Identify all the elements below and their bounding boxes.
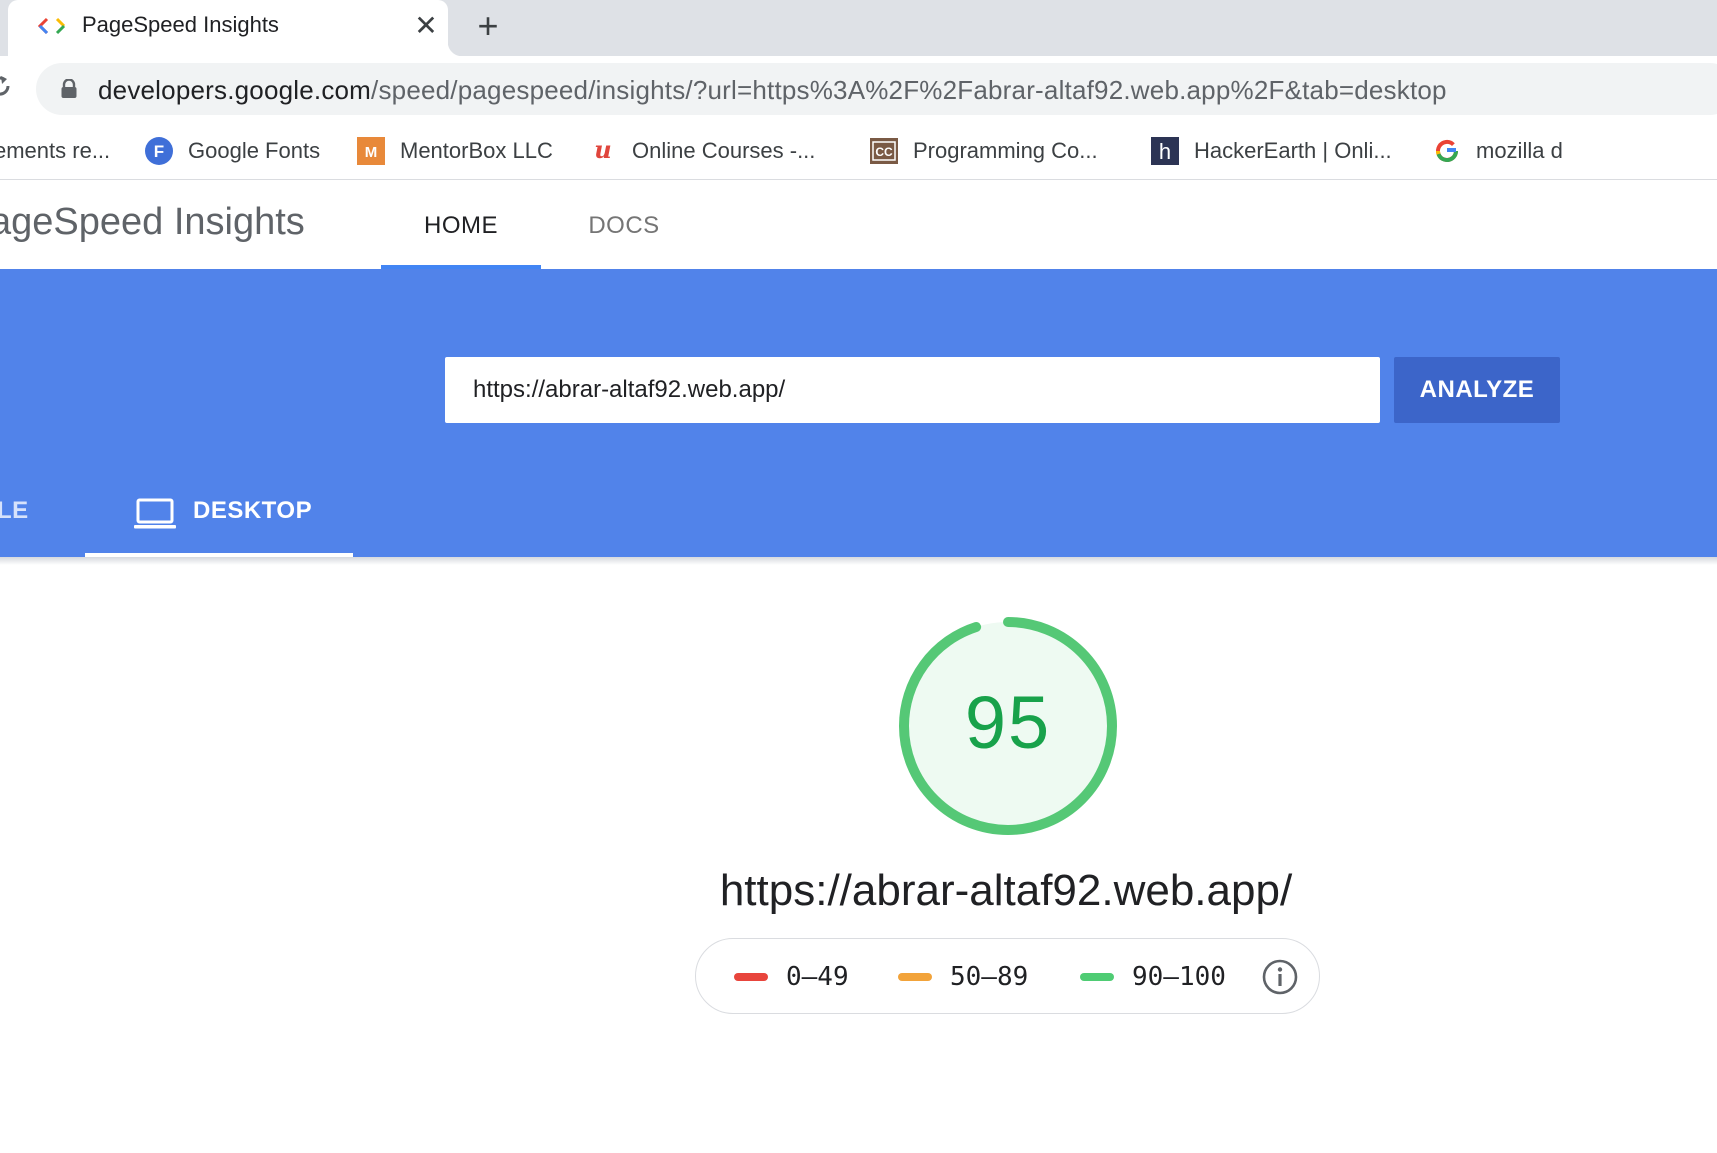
google-fonts-icon: F <box>144 136 174 166</box>
tab-mobile[interactable]: BILE <box>0 497 29 533</box>
legend-item-fail: 0–49 <box>734 961 849 993</box>
legend-item-pass: 90–100 <box>1080 961 1226 993</box>
bookmark-hackerearth[interactable]: h HackerEarth | Onli... <box>1150 134 1392 168</box>
bookmark-label: MentorBox LLC <box>400 138 553 163</box>
pagespeed-favicon-icon <box>38 17 66 35</box>
legend-bar-average <box>898 973 932 981</box>
address-url[interactable]: developers.google.com/speed/pagespeed/in… <box>98 75 1447 106</box>
analyze-button[interactable]: ANALYZE <box>1394 357 1560 423</box>
bookmark-mozilla[interactable]: mozilla d <box>1432 134 1563 168</box>
result-url: https://abrar-altaf92.web.app/ <box>719 866 1293 915</box>
score-legend: 0–49 50–89 90–100 <box>695 938 1320 1014</box>
cc-icon: CC <box>869 136 899 166</box>
nav-home-tab[interactable]: HOME <box>381 181 541 269</box>
url-host: developers.google.com <box>98 75 372 105</box>
reload-icon[interactable] <box>0 72 14 100</box>
hackerearth-icon: h <box>1150 136 1180 166</box>
bookmark-label: ements re... <box>0 138 111 163</box>
info-icon[interactable] <box>1262 959 1298 995</box>
svg-text:h: h <box>1159 139 1171 164</box>
close-tab-icon[interactable]: ✕ <box>410 10 442 42</box>
bookmark-label: Programming Co... <box>913 138 1098 163</box>
legend-label: 90–100 <box>1132 962 1226 992</box>
legend-label: 50–89 <box>950 962 1029 992</box>
lock-icon[interactable] <box>60 79 78 99</box>
nav-docs-tab[interactable]: DOCS <box>560 181 688 269</box>
address-bar[interactable]: developers.google.com/speed/pagespeed/in… <box>36 63 1717 115</box>
svg-text:CC: CC <box>875 145 893 159</box>
bookmark-udemy[interactable]: u Online Courses -... <box>588 134 815 168</box>
tab-desktop[interactable]: DESKTOP <box>85 479 353 557</box>
bookmark-label: Online Courses -... <box>632 138 816 163</box>
bookmark-label: mozilla d <box>1476 138 1563 163</box>
svg-text:M: M <box>365 144 378 161</box>
bookmark-label: Google Fonts <box>188 138 321 163</box>
hero-shadow <box>0 557 1717 565</box>
browser-toolbar: developers.google.com/speed/pagespeed/in… <box>0 56 1717 122</box>
legend-bar-pass <box>1080 973 1114 981</box>
bookmark-elements[interactable]: ements re... <box>0 134 110 168</box>
browser-tab-strip: PageSpeed Insights ✕ + <box>0 0 1717 56</box>
new-tab-icon[interactable]: + <box>468 6 508 46</box>
udemy-icon: u <box>588 136 618 166</box>
legend-label: 0–49 <box>786 962 849 992</box>
laptop-icon <box>134 498 176 529</box>
tab-title: PageSpeed Insights <box>82 12 279 37</box>
site-header: ageSpeed Insights HOME DOCS <box>0 181 1717 269</box>
mentorbox-icon: M <box>356 136 386 166</box>
google-icon <box>1432 136 1462 166</box>
bookmark-label: HackerEarth | Onli... <box>1194 138 1392 163</box>
browser-tab[interactable]: PageSpeed Insights ✕ <box>8 0 462 56</box>
legend-bar-fail <box>734 973 768 981</box>
bookmark-programming[interactable]: CC Programming Co... <box>869 134 1098 168</box>
legend-item-average: 50–89 <box>898 961 1028 993</box>
score-value: 95 <box>964 681 1052 764</box>
bookmark-mentorbox[interactable]: M MentorBox LLC <box>356 134 553 168</box>
analyze-hero: ANALYZE BILE DESKTOP <box>0 269 1717 557</box>
url-path: /speed/pagespeed/insights/?url=https%3A%… <box>371 75 1447 105</box>
tab-desktop-label: DESKTOP <box>193 497 313 524</box>
svg-text:u: u <box>594 136 611 164</box>
url-input[interactable] <box>445 357 1380 423</box>
bookmarks-bar: ements re... F Google Fonts M MentorBox … <box>0 122 1717 180</box>
svg-text:F: F <box>154 142 164 161</box>
bookmark-google-fonts[interactable]: F Google Fonts <box>144 134 320 168</box>
site-title[interactable]: ageSpeed Insights <box>0 201 305 244</box>
